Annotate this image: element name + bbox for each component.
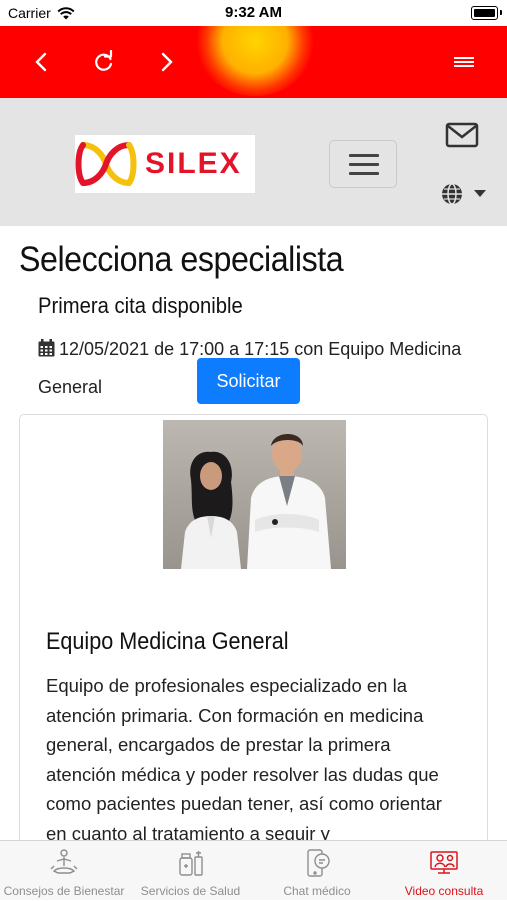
clock: 9:32 AM (225, 4, 282, 21)
chat-phone-icon (307, 849, 330, 877)
site-header: SILEX (0, 98, 507, 226)
tab-label: Servicios de Salud (140, 884, 241, 898)
chevron-left-icon[interactable] (28, 48, 56, 76)
chevron-right-icon[interactable] (152, 48, 180, 76)
specialist-name: Equipo Medicina General (46, 628, 289, 655)
calendar-icon (38, 339, 55, 357)
caret-down-icon[interactable] (473, 188, 487, 198)
tab-label: Chat médico (283, 884, 351, 898)
battery-tip (500, 10, 502, 15)
tab-bar: Consejos de Bienestar Servicios de Salud… (0, 840, 507, 900)
page-title: Selecciona especialista (19, 240, 344, 279)
globe-icon[interactable] (440, 182, 464, 206)
doctors-illustration (181, 434, 331, 569)
silex-logo[interactable]: SILEX (75, 135, 255, 193)
status-bar: Carrier 9:32 AM (0, 0, 507, 26)
hamburger-line (349, 163, 379, 166)
menu-icon[interactable] (450, 48, 478, 76)
navbar-toggle-button[interactable] (329, 140, 397, 188)
meditation-icon (50, 849, 78, 874)
tab-consejos-bienestar[interactable]: Consejos de Bienestar (0, 841, 128, 901)
tab-label: Video consulta (404, 884, 484, 898)
video-doctor-icon (430, 851, 458, 874)
reload-icon[interactable] (90, 48, 118, 76)
logo-text: SILEX (145, 147, 242, 180)
section-subtitle: Primera cita disponible (38, 293, 243, 318)
tab-servicios-salud[interactable]: Servicios de Salud (128, 841, 253, 901)
sun-glow-decoration (195, 26, 315, 96)
specialist-team-photo (163, 420, 346, 569)
hamburger-line (349, 172, 379, 175)
tab-chat-medico[interactable]: Chat médico (253, 841, 381, 901)
specialist-description: Equipo de profesionales especializado en… (46, 675, 442, 844)
envelope-icon[interactable] (445, 122, 479, 148)
request-appointment-button[interactable]: Solicitar (197, 358, 300, 404)
tab-video-consulta[interactable]: Video consulta (381, 841, 507, 901)
silex-logo-mark (75, 142, 137, 186)
hamburger-line (349, 154, 379, 157)
specialist-card[interactable]: Equipo Medicina General Equipo de profes… (19, 414, 488, 874)
battery-icon (471, 6, 498, 20)
tab-label: Consejos de Bienestar (3, 884, 125, 898)
browser-toolbar (0, 26, 507, 98)
medicine-icon (178, 851, 203, 876)
